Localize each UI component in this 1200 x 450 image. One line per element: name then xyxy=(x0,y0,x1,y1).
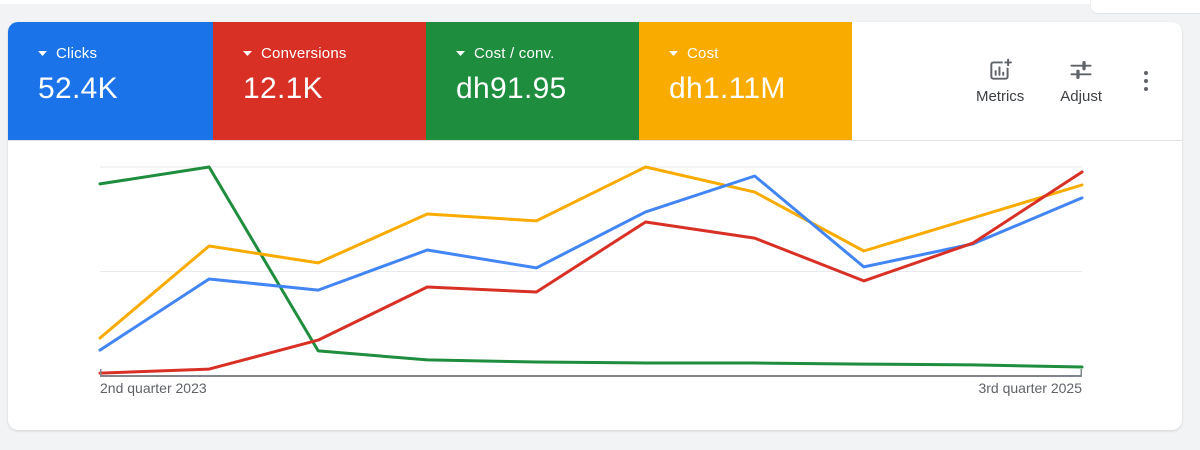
metric-label: Cost / conv. xyxy=(474,45,555,62)
series-line-conversions xyxy=(98,170,1084,375)
metric-card-conversions[interactable]: Conversions 12.1K xyxy=(213,22,426,140)
dropdown-arrow-icon[interactable] xyxy=(243,51,252,56)
metric-header-row: Cost / conv. xyxy=(456,45,639,62)
more-options-button[interactable] xyxy=(1138,65,1154,97)
chart-card: Clicks 52.4K Conversions 12.1K Cost / co… xyxy=(8,22,1182,430)
series-lines xyxy=(98,165,1084,375)
metric-card-cost[interactable]: Cost dh1.11M xyxy=(639,22,852,140)
add-chart-icon xyxy=(990,57,1014,80)
metric-header-row: Cost xyxy=(669,45,852,62)
metric-value: dh91.95 xyxy=(456,72,567,105)
top-strip xyxy=(0,0,1200,4)
x-axis-start-label: 2nd quarter 2023 xyxy=(100,380,207,396)
tune-sliders-icon xyxy=(1070,61,1092,79)
adjust-button[interactable]: Adjust xyxy=(1060,57,1102,105)
x-axis-end-label: 3rd quarter 2025 xyxy=(978,380,1082,396)
metric-header-row: Conversions xyxy=(243,45,426,62)
metric-label: Conversions xyxy=(261,45,347,62)
metric-header-row: Clicks xyxy=(38,45,213,62)
performance-line-chart[interactable]: 2nd quarter 2023 3rd quarter 2025 xyxy=(8,141,1182,429)
metric-label: Clicks xyxy=(56,45,98,62)
dropdown-arrow-icon[interactable] xyxy=(38,51,47,56)
metric-label: Cost xyxy=(687,45,719,62)
metric-value: 12.1K xyxy=(243,72,323,105)
series-line-clicks xyxy=(98,174,1084,352)
metric-cards-header: Clicks 52.4K Conversions 12.1K Cost / co… xyxy=(8,22,1182,141)
series-line-cost-conv xyxy=(98,165,1084,369)
kebab-dot xyxy=(1144,87,1148,91)
kebab-dot xyxy=(1144,71,1148,75)
adjust-button-label: Adjust xyxy=(1060,88,1102,105)
dropdown-arrow-icon[interactable] xyxy=(669,51,678,56)
metrics-button[interactable]: Metrics xyxy=(976,57,1024,105)
metric-card-cost-per-conv[interactable]: Cost / conv. dh91.95 xyxy=(426,22,639,140)
top-right-card-edge xyxy=(1090,0,1200,14)
ads-overview-chart-module: Clicks 52.4K Conversions 12.1K Cost / co… xyxy=(0,0,1200,450)
dropdown-arrow-icon[interactable] xyxy=(456,51,465,56)
metrics-button-label: Metrics xyxy=(975,88,1025,105)
chart-toolbar: Metrics Adjust xyxy=(852,22,1182,140)
kebab-dot xyxy=(1144,79,1148,83)
metric-value: 52.4K xyxy=(38,72,118,105)
metric-value: dh1.11M xyxy=(669,72,786,105)
metric-card-clicks[interactable]: Clicks 52.4K xyxy=(8,22,213,140)
